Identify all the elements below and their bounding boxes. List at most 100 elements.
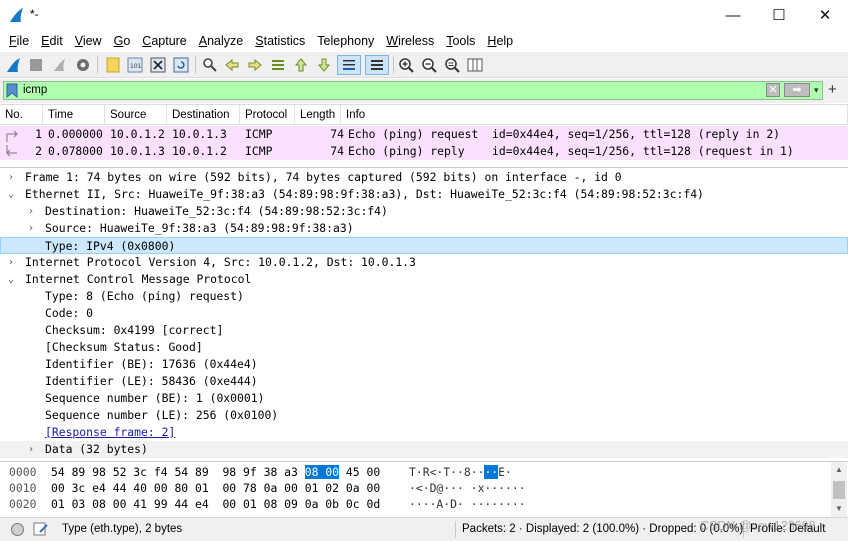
scroll-down-icon[interactable]: ▼ [831, 501, 847, 517]
detail-tree-item[interactable]: Code: 0 [0, 305, 848, 322]
bytes-hex[interactable]: 01 03 08 00 41 99 44 e4 00 01 08 09 0a 0… [51, 496, 380, 512]
menu-mnemonic: E [41, 34, 50, 48]
detail-tree-item[interactable]: [Checksum Status: Good] [0, 339, 848, 356]
resize-columns-icon[interactable] [465, 55, 485, 75]
go-forward-arrow-icon[interactable] [245, 55, 265, 75]
menu-help[interactable]: Help [481, 30, 519, 52]
minimize-button[interactable]: — [710, 0, 756, 30]
expand-chevron-icon[interactable]: › [5, 254, 17, 271]
menu-file[interactable]: File [3, 30, 35, 52]
detail-tree-item[interactable]: Sequence number (BE): 1 (0x0001) [0, 390, 848, 407]
detail-tree-item[interactable]: Checksum: 0x4199 [correct] [0, 322, 848, 339]
detail-tree-item[interactable]: Type: 8 (Echo (ping) request) [0, 288, 848, 305]
capture-status-icon[interactable] [10, 522, 25, 537]
menu-analyze[interactable]: Analyze [193, 30, 249, 52]
packet-cell-time: 0.000000 [48, 127, 103, 141]
bytes-ascii[interactable]: ····A·D· ········ [409, 496, 526, 512]
detail-tree-item[interactable]: Sequence number (LE): 256 (0x0100) [0, 407, 848, 424]
detail-tree-text: Destination: HuaweiTe_52:3c:f4 (54:89:98… [45, 204, 388, 218]
stop-capture-icon[interactable] [26, 55, 46, 75]
bookmark-icon[interactable] [6, 83, 18, 98]
zoom-in-icon[interactable] [396, 55, 416, 75]
menu-mnemonic: C [142, 34, 152, 48]
column-header-protocol[interactable]: Protocol [240, 105, 295, 125]
expand-chevron-icon[interactable]: › [25, 203, 37, 220]
go-back-arrow-icon[interactable] [222, 55, 242, 75]
capture-options-gear-icon[interactable] [73, 55, 93, 75]
scroll-up-icon[interactable]: ▲ [831, 462, 847, 478]
packet-cell-no: 1 [35, 127, 42, 141]
go-to-packet-icon[interactable] [268, 55, 288, 75]
detail-tree-item[interactable]: ⌄ Ethernet II, Src: HuaweiTe_9f:38:a3 (54… [0, 186, 848, 203]
auto-scroll-icon[interactable] [337, 55, 361, 75]
column-header-no[interactable]: No. [0, 105, 43, 125]
bytes-offset: 0000 [9, 465, 37, 479]
maximize-button[interactable]: ☐ [756, 0, 802, 30]
reload-file-icon[interactable] [171, 55, 191, 75]
menu-label: elp [496, 34, 514, 48]
packet-row[interactable]: 2 0.078000 10.0.1.3 10.0.1.2 ICMP 74 Echo (pin… [0, 143, 848, 160]
window-title: *- [30, 7, 39, 21]
go-last-packet-icon[interactable] [314, 55, 334, 75]
filter-history-chevron-down-icon[interactable]: ▾ [814, 82, 822, 99]
detail-tree-item[interactable]: › Internet Protocol Version 4, Src: 10.0.… [0, 254, 848, 271]
bytes-ascii[interactable]: T·R<·T··8····E· [409, 464, 512, 480]
menu-view[interactable]: View [69, 30, 108, 52]
bytes-ascii[interactable]: ·<·D@··· ·x······ [409, 480, 526, 496]
find-packet-icon[interactable] [200, 55, 220, 75]
menu-telephony[interactable]: Telephony [311, 30, 380, 52]
column-header-length[interactable]: Length [295, 105, 341, 125]
menu-wireless[interactable]: Wireless [380, 30, 440, 52]
bytes-scrollbar[interactable]: ▲ ▼ [831, 462, 847, 517]
column-header-source[interactable]: Source [105, 105, 167, 125]
display-filter-input[interactable] [23, 82, 723, 99]
restart-capture-icon[interactable] [50, 55, 70, 75]
detail-tree-item[interactable]: ⌄ Internet Control Message Protocol [0, 271, 848, 288]
menu-tools[interactable]: Tools [440, 30, 481, 52]
expand-chevron-icon[interactable]: › [25, 220, 37, 237]
collapse-chevron-icon[interactable]: ⌄ [5, 186, 17, 203]
detail-tree-item[interactable]: › Source: HuaweiTe_9f:38:a3 (54:89:98:9f:… [0, 220, 848, 237]
menu-edit[interactable]: Edit [35, 30, 69, 52]
bytes-hex[interactable]: 54 89 98 52 3c f4 54 89 98 9f 38 a3 08 0… [51, 464, 380, 480]
open-file-icon[interactable] [103, 55, 123, 75]
scroll-thumb[interactable] [833, 481, 845, 499]
detail-tree-item[interactable]: › Data (32 bytes) [0, 441, 848, 458]
detail-tree-item[interactable]: [Response frame: 2] [0, 424, 848, 441]
start-capture-icon[interactable] [4, 55, 24, 75]
bytes-row: 0000 54 89 98 52 3c f4 54 89 98 9f 38 a3 … [0, 464, 828, 480]
menu-capture[interactable]: Capture [136, 30, 192, 52]
colorize-list-icon[interactable] [365, 55, 389, 75]
detail-tree-item[interactable]: Type: IPv4 (0x0800) [0, 237, 848, 254]
expand-chevron-icon[interactable]: › [25, 441, 37, 458]
zoom-out-icon[interactable] [419, 55, 439, 75]
menu-label: ools [452, 34, 476, 48]
packet-cell-length: 74 [330, 127, 344, 141]
go-first-packet-icon[interactable] [291, 55, 311, 75]
column-header-destination[interactable]: Destination [167, 105, 240, 125]
edit-comment-icon[interactable] [33, 521, 49, 537]
zoom-normal-icon[interactable] [442, 55, 462, 75]
close-file-icon[interactable] [148, 55, 168, 75]
column-header-info[interactable]: Info [341, 105, 848, 125]
close-button[interactable]: ✕ [802, 0, 848, 30]
clear-filter-icon[interactable]: ✕ [766, 83, 780, 97]
apply-filter-arrow-icon[interactable]: ➡ [784, 83, 810, 97]
detail-tree-item[interactable]: Identifier (BE): 17636 (0x44e4) [0, 356, 848, 373]
bytes-hex[interactable]: 00 3c e4 44 40 00 80 01 00 78 0a 00 01 0… [51, 480, 380, 496]
collapse-chevron-icon[interactable]: ⌄ [5, 271, 17, 288]
packet-row[interactable]: 1 0.000000 10.0.1.2 10.0.1.3 ICMP 74 Echo (pin… [0, 126, 848, 143]
maximize-icon: ☐ [772, 7, 786, 24]
expand-chevron-icon[interactable]: › [5, 169, 17, 186]
response-frame-link[interactable]: [Response frame: 2] [45, 424, 175, 441]
add-filter-button[interactable]: + [828, 81, 837, 99]
detail-tree-text: Source: HuaweiTe_9f:38:a3 (54:89:98:9f:3… [45, 221, 354, 235]
save-file-icon[interactable]: 101 [125, 55, 145, 75]
detail-tree-item[interactable]: › Destination: HuaweiTe_52:3c:f4 (54:89:9… [0, 203, 848, 220]
packet-cell-protocol: ICMP [245, 127, 273, 141]
detail-tree-item[interactable]: › Frame 1: 74 bytes on wire (592 bits), 7… [0, 169, 848, 186]
column-header-time[interactable]: Time [43, 105, 105, 125]
menu-go[interactable]: Go [108, 30, 137, 52]
detail-tree-item[interactable]: Identifier (LE): 58436 (0xe444) [0, 373, 848, 390]
menu-statistics[interactable]: Statistics [249, 30, 311, 52]
